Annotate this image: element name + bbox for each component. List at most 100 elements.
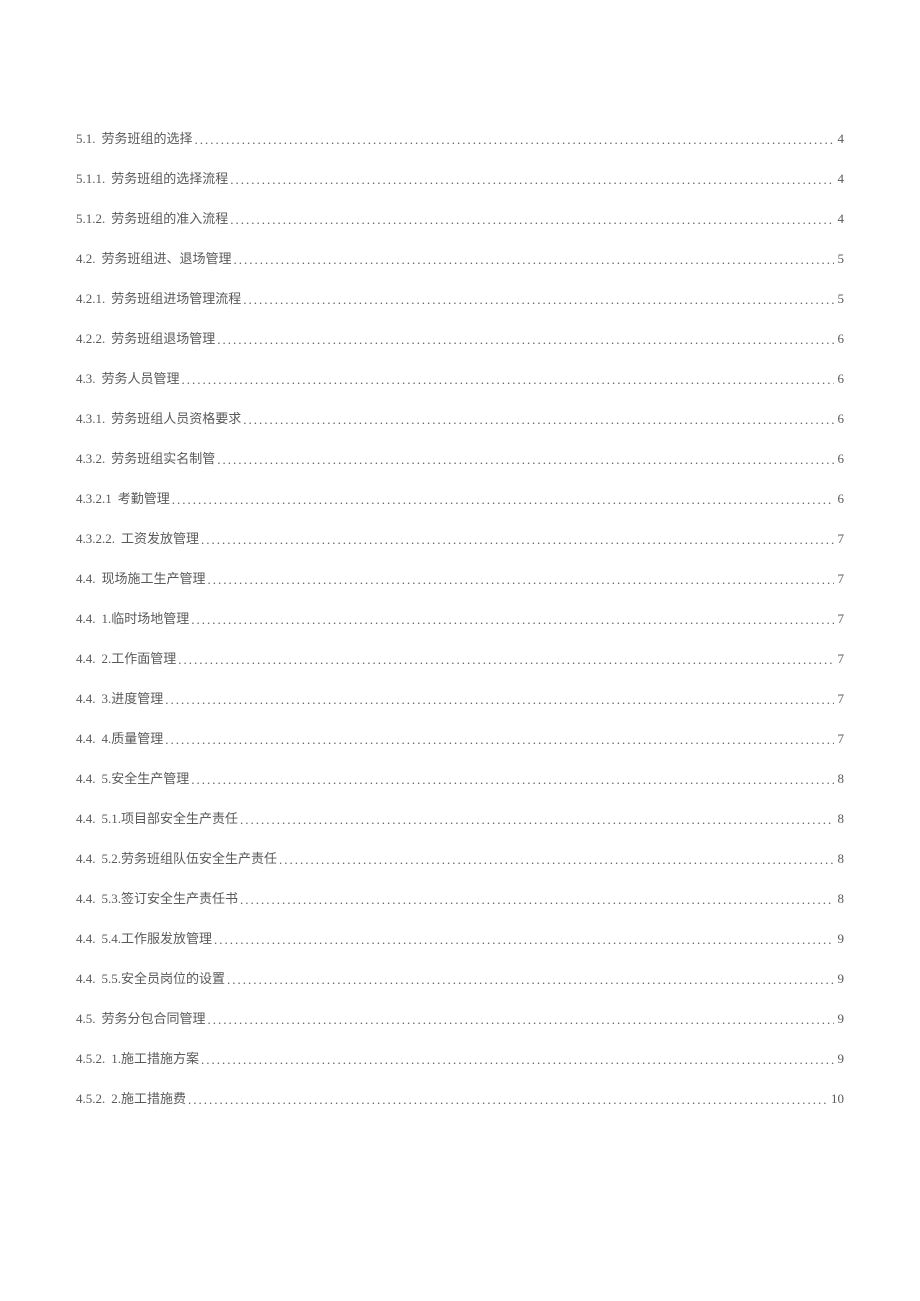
toc-entry-page: 6 [834, 331, 845, 347]
toc-entry-page: 5 [834, 291, 845, 307]
toc-leader-dots [189, 612, 833, 628]
toc-entry-title: 2.施工措施费 [111, 1088, 186, 1107]
toc-entry: 4.2.1.劳务班组进场管理流程5 [76, 288, 844, 302]
toc-entry-title: 考勤管理 [118, 488, 170, 507]
toc-leader-dots [215, 332, 833, 348]
toc-entry: 4.4. 5.3.签订安全生产责任书8 [76, 888, 844, 902]
toc-entry: 4.3.2.1考勤管理6 [76, 488, 844, 502]
toc-leader-dots [193, 132, 834, 148]
toc-entry-number: 4.4. [76, 651, 102, 667]
toc-entry-title: 劳务人员管理 [102, 368, 180, 387]
toc-entry: 4.4. 5.2.劳务班组队伍安全生产责任8 [76, 848, 844, 862]
toc-leader-dots [232, 252, 834, 268]
toc-entry-page: 9 [834, 931, 845, 947]
toc-leader-dots [225, 972, 833, 988]
toc-entry-number: 5.1.2. [76, 211, 111, 227]
toc-entry: 5.1. 劳务班组的选择4 [76, 128, 844, 142]
toc-entry-page: 7 [834, 611, 845, 627]
toc-entry: 5.1.2. 劳务班组的准入流程4 [76, 208, 844, 222]
toc-entry-title: 劳务班组的准入流程 [111, 208, 228, 227]
toc-entry: 4.4. 5.1.项目部安全生产责任8 [76, 808, 844, 822]
toc-entry: 4.3.劳务人员管理6 [76, 368, 844, 382]
toc-leader-dots [180, 372, 834, 388]
toc-entry: 5.1.1. 劳务班组的选择流程4 [76, 168, 844, 182]
toc-leader-dots [189, 772, 833, 788]
toc-leader-dots [215, 452, 833, 468]
toc-entry: 4.4.现场施工生产管理7 [76, 568, 844, 582]
toc-entry-number: 5.1. [76, 131, 102, 147]
toc-entry-page: 6 [834, 451, 845, 467]
toc-entry-number: 4.3.2.1 [76, 491, 118, 507]
table-of-contents: 5.1. 劳务班组的选择45.1.1. 劳务班组的选择流程45.1.2. 劳务班… [76, 128, 844, 1102]
toc-entry: 4.4. 3.进度管理7 [76, 688, 844, 702]
toc-entry-title: 5.5.安全员岗位的设置 [102, 968, 226, 987]
toc-entry: 4.3.2.2.工资发放管理7 [76, 528, 844, 542]
toc-leader-dots [277, 852, 833, 868]
toc-leader-dots [228, 172, 833, 188]
toc-entry-number: 4.4. [76, 971, 102, 987]
toc-entry-title: 工资发放管理 [121, 528, 199, 547]
toc-leader-dots [212, 932, 833, 948]
toc-entry-number: 4.4. [76, 691, 102, 707]
toc-entry-page: 7 [834, 651, 845, 667]
toc-entry-number: 4.5. [76, 1011, 102, 1027]
toc-entry-title: 现场施工生产管理 [102, 568, 206, 587]
toc-leader-dots [186, 1092, 827, 1108]
toc-entry: 4.4. 1.临时场地管理7 [76, 608, 844, 622]
toc-entry-title: 5.2.劳务班组队伍安全生产责任 [102, 848, 278, 867]
toc-entry: 4.3.1.劳务班组人员资格要求6 [76, 408, 844, 422]
toc-entry-title: 3.进度管理 [102, 688, 164, 707]
toc-leader-dots [170, 492, 834, 508]
toc-leader-dots [163, 732, 833, 748]
toc-entry-page: 4 [834, 211, 845, 227]
toc-entry-number: 4.3.2. [76, 451, 111, 467]
toc-entry-page: 6 [834, 411, 845, 427]
toc-entry: 4.4. 5.5.安全员岗位的设置9 [76, 968, 844, 982]
toc-entry-page: 6 [834, 371, 845, 387]
toc-entry-number: 4.4. [76, 771, 102, 787]
toc-entry: 4.4. 2.工作面管理7 [76, 648, 844, 662]
toc-entry: 4.4. 5.4.工作服发放管理9 [76, 928, 844, 942]
toc-entry-page: 7 [834, 571, 845, 587]
toc-leader-dots [241, 412, 833, 428]
toc-entry-title: 劳务班组人员资格要求 [111, 408, 241, 427]
toc-entry-number: 4.3.2.2. [76, 531, 121, 547]
toc-entry-title: 2.工作面管理 [102, 648, 177, 667]
toc-entry-title: 1.施工措施方案 [111, 1048, 199, 1067]
toc-entry-title: 5.3.签订安全生产责任书 [102, 888, 239, 907]
toc-entry-number: 4.3.1. [76, 411, 111, 427]
toc-entry-title: 劳务班组进、退场管理 [102, 248, 232, 267]
toc-entry-number: 4.4. [76, 931, 102, 947]
toc-entry: 4.2.劳务班组进、退场管理5 [76, 248, 844, 262]
toc-entry-title: 5.安全生产管理 [102, 768, 190, 787]
toc-entry-page: 5 [834, 251, 845, 267]
toc-leader-dots [206, 1012, 834, 1028]
toc-entry-title: 劳务班组进场管理流程 [111, 288, 241, 307]
toc-leader-dots [238, 892, 833, 908]
toc-entry-number: 4.4. [76, 611, 102, 627]
toc-entry-page: 9 [834, 1051, 845, 1067]
toc-entry-number: 4.4. [76, 571, 102, 587]
toc-entry-page: 6 [834, 491, 845, 507]
toc-entry: 4.4. 5.安全生产管理8 [76, 768, 844, 782]
toc-entry-title: 劳务分包合同管理 [102, 1008, 206, 1027]
toc-entry-number: 4.4. [76, 891, 102, 907]
toc-leader-dots [241, 292, 833, 308]
toc-leader-dots [228, 212, 833, 228]
toc-entry-page: 7 [834, 531, 845, 547]
toc-entry: 4.5.2. 1.施工措施方案9 [76, 1048, 844, 1062]
toc-entry-title: 5.4.工作服发放管理 [102, 928, 213, 947]
toc-entry-number: 4.2.2. [76, 331, 111, 347]
toc-entry-number: 4.4. [76, 851, 102, 867]
toc-entry-number: 4.4. [76, 731, 102, 747]
toc-entry-title: 4.质量管理 [102, 728, 164, 747]
toc-entry-page: 9 [834, 971, 845, 987]
toc-entry-page: 9 [834, 1011, 845, 1027]
document-page: 5.1. 劳务班组的选择45.1.1. 劳务班组的选择流程45.1.2. 劳务班… [0, 0, 920, 1188]
toc-leader-dots [163, 692, 833, 708]
toc-entry-number: 5.1.1. [76, 171, 111, 187]
toc-entry-page: 8 [834, 891, 845, 907]
toc-entry-title: 劳务班组的选择 [102, 128, 193, 147]
toc-entry: 4.2.2.劳务班组退场管理6 [76, 328, 844, 342]
toc-leader-dots [199, 1052, 833, 1068]
